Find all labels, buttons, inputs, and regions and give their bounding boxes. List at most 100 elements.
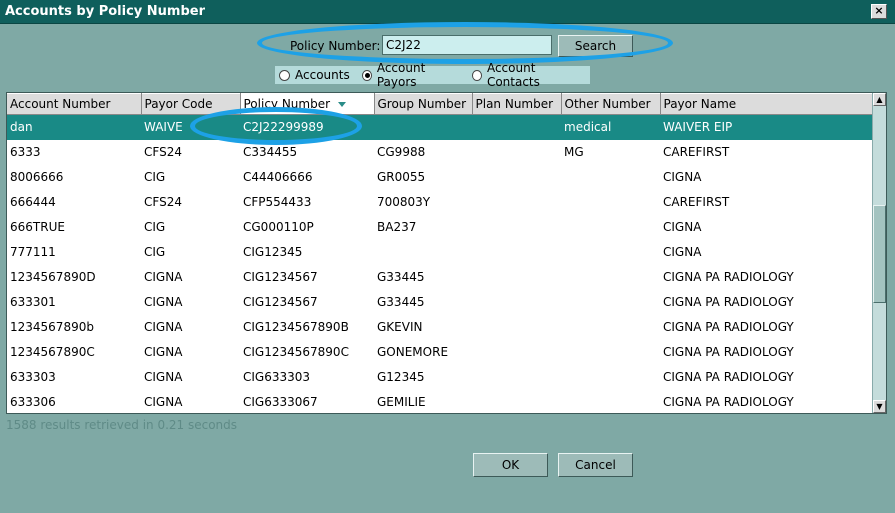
window-title: Accounts by Policy Number [5,4,205,19]
radio-account-contacts-circle[interactable] [471,69,482,81]
table-row[interactable]: 777111 CIG CIG12345 CIGNA [7,240,873,265]
radio-account-contacts[interactable]: Account Contacts [471,61,582,89]
cell-payor-name: CAREFIRST [663,145,730,159]
cell-other-number [561,290,660,315]
table-row[interactable]: 666444 CFS24 CFP554433 700803Y CAREFIRST [7,190,873,215]
cell-plan-number [472,340,561,365]
cell-plan-number [472,215,561,240]
table-row[interactable]: 633301 CIGNA CIG1234567 G33445 CIGNA PA RADI… [7,290,873,315]
table-row[interactable]: 6333 CFS24 C334455 CG9988 MG CAREFIRST [7,140,873,165]
cell-group-number [374,240,472,265]
cell-group-number: GKEVIN [377,320,423,334]
cell-plan-number [472,190,561,215]
scroll-thumb[interactable] [873,205,886,303]
radio-account-payors-circle[interactable] [361,69,372,81]
cell-account-number: dan [7,114,141,140]
cell-account-number: 633301 [10,295,56,309]
radio-account-payors-label: Account Payors [376,61,426,89]
column-header-account-number[interactable]: Account Number [7,93,142,115]
cell-payor-name: CAREFIRST [663,195,730,209]
sort-descending-icon [338,102,347,107]
result-type-radio-group: Accounts Account Payors Account Contacts [275,61,590,89]
cell-group-number: G33445 [377,270,425,284]
cell-payor-code: CFS24 [144,145,182,159]
cell-account-number: 633306 [10,395,56,409]
cancel-button[interactable]: Cancel [558,453,633,477]
table-row[interactable]: 633303 CIGNA CIG633303 G12345 CIGNA PA RADIO… [7,365,873,390]
cell-plan-number [472,265,561,290]
cell-policy-number: CIG633303 [243,370,311,384]
cell-other-number [561,215,660,240]
cell-group-number: 700803Y [377,195,431,209]
cell-account-number: 6333 [10,145,41,159]
radio-accounts-label: Accounts [295,68,350,82]
column-header-plan-number[interactable]: Plan Number [472,93,562,115]
table-row[interactable]: 1234567890b CIGNA CIG1234567890B GKEVIN CIGN… [7,315,873,340]
column-header-policy-number-label: Policy Number [243,97,331,111]
cell-payor-code: CIGNA [144,345,183,359]
cell-payor-name: CIGNA PA RADIOLOGY [663,320,794,334]
cell-payor-code: CIG [144,220,166,234]
ok-button[interactable]: OK [473,453,548,477]
results-grid: Account Number Payor Code Policy Number … [6,92,887,414]
column-header-other-number[interactable]: Other Number [561,93,661,115]
cell-group-number: G33445 [377,295,425,309]
radio-account-payors[interactable]: Account Payors [361,61,460,89]
vertical-scrollbar[interactable]: ▲ ▼ [872,93,886,413]
cell-payor-code: CIGNA [144,270,183,284]
cell-other-number: medical [561,114,660,140]
cell-other-number: MG [564,145,584,159]
cell-payor-code: CIG [144,245,166,259]
cell-other-number [561,390,660,415]
cell-plan-number [472,390,561,415]
cell-other-number [561,315,660,340]
cell-account-number: 777111 [10,245,56,259]
scroll-down-icon[interactable]: ▼ [873,400,886,413]
cell-policy-number: C44406666 [243,170,313,184]
column-header-group-number[interactable]: Group Number [374,93,473,115]
cell-group-number: G12345 [377,370,425,384]
cell-payor-code: WAIVE [141,114,240,140]
cell-payor-name: CIGNA PA RADIOLOGY [663,345,794,359]
cell-payor-code: CFS24 [144,195,182,209]
cell-group-number: GEMILIE [377,395,426,409]
cell-policy-number: C2J22299989 [240,114,374,140]
table-row[interactable]: dan WAIVE C2J22299989 medical WAIVER EIP [7,114,873,140]
search-button[interactable]: Search [558,35,633,57]
table-row[interactable]: 1234567890D CIGNA CIG1234567 G33445 CIGNA PA… [7,265,873,290]
cell-account-number: 633303 [10,370,56,384]
cell-policy-number: CIG1234567890B [243,320,349,334]
radio-accounts-circle[interactable] [279,69,290,81]
column-header-payor-code[interactable]: Payor Code [141,93,241,115]
cell-payor-name: CIGNA PA RADIOLOGY [663,395,794,409]
cell-payor-name: CIGNA [663,220,702,234]
column-header-policy-number[interactable]: Policy Number [240,93,375,115]
table-row[interactable]: 633306 CIGNA CIG6333067 GEMILIE CIGNA PA RAD… [7,390,873,415]
cell-payor-name: CIGNA PA RADIOLOGY [663,370,794,384]
table-row[interactable]: 8006666 CIG C44406666 GR0055 CIGNA [7,165,873,190]
cell-payor-code: CIGNA [144,320,183,334]
cell-account-number: 1234567890b [10,320,94,334]
cell-group-number: GR0055 [377,170,426,184]
cell-plan-number [472,365,561,390]
radio-accounts[interactable]: Accounts [279,68,350,82]
cell-group-number [374,114,472,140]
cell-payor-name: CIGNA [663,170,702,184]
cell-policy-number: CIG1234567 [243,295,318,309]
table-row[interactable]: 1234567890C CIGNA CIG1234567890C GONEMORE CI… [7,340,873,365]
cell-plan-number [472,240,561,265]
cell-policy-number: CIG1234567 [243,270,318,284]
cell-other-number [561,165,660,190]
column-header-payor-name[interactable]: Payor Name [660,93,874,115]
policy-number-input[interactable] [382,35,552,55]
cell-other-number [561,365,660,390]
cell-other-number [561,190,660,215]
cell-payor-name: CIGNA [663,245,702,259]
cell-other-number [561,340,660,365]
cell-payor-name: CIGNA PA RADIOLOGY [663,295,794,309]
close-button[interactable]: × [871,4,887,19]
scroll-up-icon[interactable]: ▲ [873,93,886,106]
policy-number-label: Policy Number: [290,39,381,53]
cell-plan-number [472,315,561,340]
table-row[interactable]: 666TRUE CIG CG000110P BA237 CIGNA [7,215,873,240]
